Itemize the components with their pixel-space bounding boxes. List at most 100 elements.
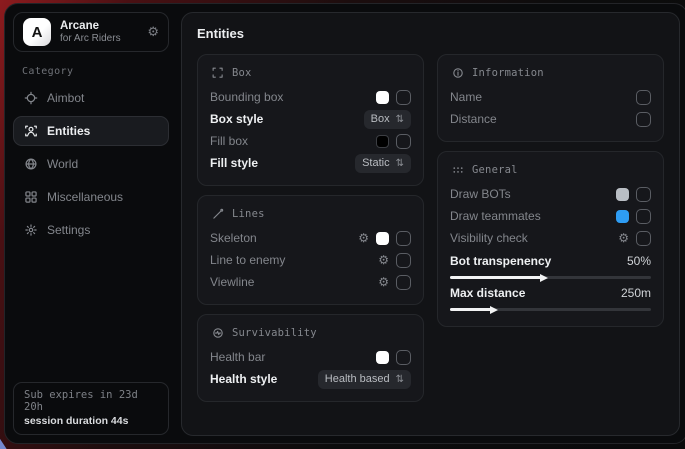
setting-row: Health styleHealth based⇅ [210, 368, 411, 390]
row-controls [376, 90, 411, 105]
setting-label: Name [450, 90, 636, 104]
slider-track[interactable] [450, 276, 651, 279]
checkbox[interactable] [636, 187, 651, 202]
dropdown-select[interactable]: Health based⇅ [318, 370, 411, 389]
globe-icon [23, 157, 38, 172]
dropdown-select[interactable]: Box ⇅ [364, 110, 411, 129]
panel-header: Box [210, 65, 411, 80]
color-swatch[interactable] [376, 91, 389, 104]
dropdown-select[interactable]: Static ⇅ [355, 154, 411, 173]
checkbox[interactable] [396, 275, 411, 290]
right-column: Information Name Distance General Draw BOTs D… [437, 54, 664, 411]
box-corners-icon [210, 65, 225, 80]
sidebar-item-aimbot[interactable]: Aimbot [13, 83, 169, 113]
sidebar-item-world[interactable]: World [13, 149, 169, 179]
panel-header: Lines [210, 206, 411, 221]
line-icon [210, 206, 225, 221]
left-column: BoxBounding boxBox styleBox⇅Fill boxFill… [197, 54, 424, 411]
panel-header: General [450, 162, 651, 177]
logo-card: A Arcane for Arc Riders ⚙ [13, 12, 169, 52]
gear-icon[interactable]: ⚙ [358, 232, 369, 244]
checkbox[interactable] [396, 134, 411, 149]
sidebar-item-label: Settings [47, 223, 90, 237]
sidebar-item-miscellaneous[interactable]: Miscellaneous [13, 182, 169, 212]
sidebar-item-settings[interactable]: Settings [13, 215, 169, 245]
setting-row: Fill style Static ⇅ [210, 152, 411, 174]
subscription-status-card: Sub expires in 23d 20h session duration … [13, 382, 169, 435]
setting-row: Fill box [210, 130, 411, 152]
row-controls: Static ⇅ [355, 154, 411, 173]
panel-title: General [472, 164, 518, 176]
info-icon [450, 65, 465, 80]
sidebar-item-label: Aimbot [47, 91, 84, 105]
color-swatch[interactable] [376, 135, 389, 148]
gear-icon[interactable]: ⚙ [378, 276, 389, 288]
setting-row: Name [450, 86, 651, 108]
checkbox[interactable] [396, 90, 411, 105]
checkbox[interactable] [396, 253, 411, 268]
gear-icon[interactable]: ⚙ [618, 232, 629, 244]
dropdown-value: Box [371, 113, 390, 125]
setting-row: Visibility check⚙ [450, 227, 651, 249]
sidebar: A Arcane for Arc Riders ⚙ Category Aimbo… [5, 4, 177, 443]
panel-header: Survivability [210, 325, 411, 340]
slider-handle[interactable] [540, 274, 548, 282]
slider-fill [450, 308, 492, 311]
slider-value: 250m [621, 286, 651, 300]
gear-icon[interactable]: ⚙ [378, 254, 389, 266]
checkbox[interactable] [636, 112, 651, 127]
pulse-icon [210, 325, 225, 340]
panel-title: Lines [232, 208, 265, 220]
setting-label: Visibility check [450, 231, 618, 245]
app-window: A Arcane for Arc Riders ⚙ Category Aimbo… [4, 3, 685, 444]
panel-general: General Draw BOTs Draw teammates Visibility… [437, 151, 664, 327]
row-controls [616, 209, 651, 224]
setting-label: Line to enemy [210, 253, 378, 267]
checkbox[interactable] [636, 231, 651, 246]
panel-survivability: SurvivabilityHealth barHealth styleHealt… [197, 314, 424, 402]
color-swatch[interactable] [376, 351, 389, 364]
setting-label: Draw teammates [450, 209, 616, 223]
sort-arrows-icon: ⇅ [396, 158, 404, 169]
setting-row: Bounding box [210, 86, 411, 108]
sidebar-item-label: Entities [47, 124, 90, 138]
setting-label: Fill style [210, 156, 355, 170]
panel-title: Survivability [232, 327, 317, 339]
setting-label: Bounding box [210, 90, 376, 104]
category-label: Category [22, 66, 169, 77]
panel-box: BoxBounding boxBox styleBox⇅Fill boxFill… [197, 54, 424, 186]
checkbox[interactable] [396, 231, 411, 246]
row-controls: Box ⇅ [364, 110, 411, 129]
sort-arrows-icon: ⇅ [396, 114, 404, 125]
gear-icon[interactable]: ⚙ [147, 24, 159, 40]
checkbox[interactable] [636, 209, 651, 224]
slider-handle[interactable] [490, 306, 498, 314]
panel-header: Information [450, 65, 651, 80]
row-controls: ⚙ [378, 253, 411, 268]
page-title: Entities [197, 26, 664, 41]
setting-label: Viewline [210, 275, 378, 289]
setting-label: Fill box [210, 134, 376, 148]
setting-row: Distance [450, 108, 651, 130]
sub-expiry-text: Sub expires in 23d 20h [24, 389, 158, 413]
app-title: Arcane [60, 19, 138, 33]
color-swatch[interactable] [616, 210, 629, 223]
panel-title: Information [472, 67, 544, 79]
checkbox[interactable] [636, 90, 651, 105]
setting-row: Skeleton⚙ [210, 227, 411, 249]
dropdown-value: Static [362, 157, 390, 169]
color-swatch[interactable] [616, 188, 629, 201]
sidebar-item-entities[interactable]: Entities [13, 116, 169, 146]
setting-label: Health style [210, 372, 318, 386]
setting-row: Draw BOTs [450, 183, 651, 205]
color-swatch[interactable] [376, 232, 389, 245]
checkbox[interactable] [396, 350, 411, 365]
setting-label: Draw BOTs [450, 187, 616, 201]
row-controls [636, 90, 651, 105]
gear-icon [23, 223, 38, 238]
slider-track[interactable] [450, 308, 651, 311]
sort-arrows-icon: ⇅ [396, 374, 404, 385]
row-controls [376, 134, 411, 149]
setting-row: Viewline⚙ [210, 271, 411, 293]
main-content: Entities BoxBounding boxBox styleBox⇅Fil… [181, 12, 680, 436]
